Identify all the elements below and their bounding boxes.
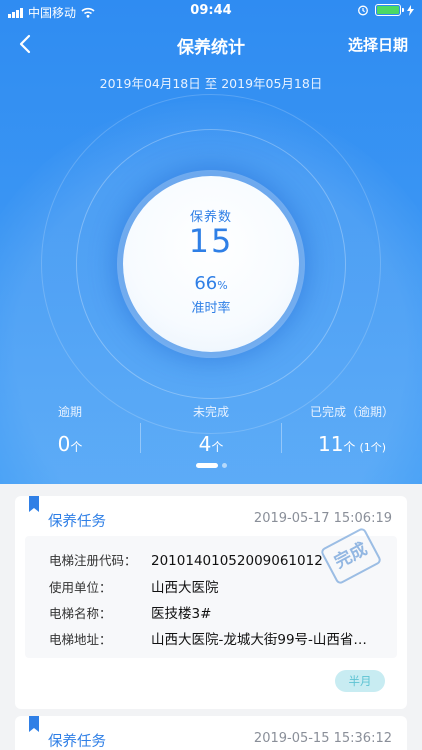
stat-incomplete[interactable]: 未完成 4个 [141, 403, 281, 456]
stat-extra: (1个) [359, 441, 387, 454]
ontime-rate-label: 准时率 [191, 301, 231, 316]
field-key: 电梯地址： [49, 632, 112, 647]
task-time: 2019-05-15 15:36:12 [253, 731, 392, 746]
field-registration-code: 电梯注册代码： 20101401052009061012 [49, 550, 323, 569]
maintenance-count-value: 15 [188, 222, 234, 260]
page-dot [221, 463, 227, 468]
task-title: 保养任务 [48, 734, 106, 750]
navigation-bar: 保养统计 选择日期 [0, 22, 422, 66]
field-elevator-address: 电梯地址： 山西大医院-龙城大街99号-山西省… [49, 628, 367, 648]
field-elevator-name: 电梯名称： 医技楼3# [49, 602, 211, 622]
stats-row: 逾期 0个 未完成 4个 已完成（逾期） 11个 (1个) [0, 403, 422, 463]
bookmark-icon [29, 716, 39, 732]
alarm-icon [358, 5, 368, 16]
date-range: 2019年04月18日 至 2019年05月18日 [99, 76, 323, 91]
select-date-button[interactable]: 选择日期 [348, 34, 408, 55]
status-bar: 中国移动 09:44 [0, 0, 422, 22]
task-title: 保养任务 [48, 514, 106, 530]
summary-circle: 保养数 15 66% 准时率 [123, 176, 299, 352]
field-value: 山西大医院 [151, 580, 219, 596]
stat-unit: 个 [343, 440, 356, 454]
ontime-rate: 66% [123, 273, 299, 294]
task-card[interactable]: 保养任务 2019-05-15 15:36:12 [15, 716, 407, 750]
stat-unit: 个 [70, 440, 83, 454]
field-value: 医技楼3# [151, 606, 212, 622]
stat-overdue[interactable]: 逾期 0个 [0, 403, 140, 456]
stat-value: 4 [198, 432, 212, 456]
stat-label: 逾期 [57, 405, 82, 419]
bookmark-icon [29, 496, 39, 512]
stat-completed[interactable]: 已完成（逾期） 11个 (1个) [282, 403, 422, 456]
page-indicator [0, 463, 422, 468]
statistics-header: 中国移动 09:44 保养统计 选择日期 2019年04月18日 至 2019年… [0, 0, 422, 484]
field-user-unit: 使用单位： 山西大医院 [49, 576, 219, 596]
stat-label: 未完成 [192, 405, 229, 419]
stat-label: 已完成（逾期） [309, 405, 394, 419]
field-key: 电梯名称： [49, 606, 112, 621]
cycle-badge: 半月 [335, 670, 385, 692]
field-value: 20101401052009061012 [151, 553, 323, 569]
stat-value: 11 [317, 432, 344, 456]
charging-icon [407, 4, 414, 16]
task-time: 2019-05-17 15:06:19 [253, 511, 392, 526]
ontime-rate-value: 66 [194, 273, 218, 294]
field-value: 山西大医院-龙城大街99号-山西省… [151, 632, 367, 648]
ontime-rate-unit: % [217, 279, 228, 292]
field-key: 电梯注册代码： [49, 553, 137, 568]
stat-unit: 个 [211, 440, 224, 454]
page-dot-active [195, 463, 218, 468]
stat-value: 0 [57, 432, 71, 456]
battery-icon [375, 4, 404, 16]
field-key: 使用单位： [49, 580, 112, 595]
